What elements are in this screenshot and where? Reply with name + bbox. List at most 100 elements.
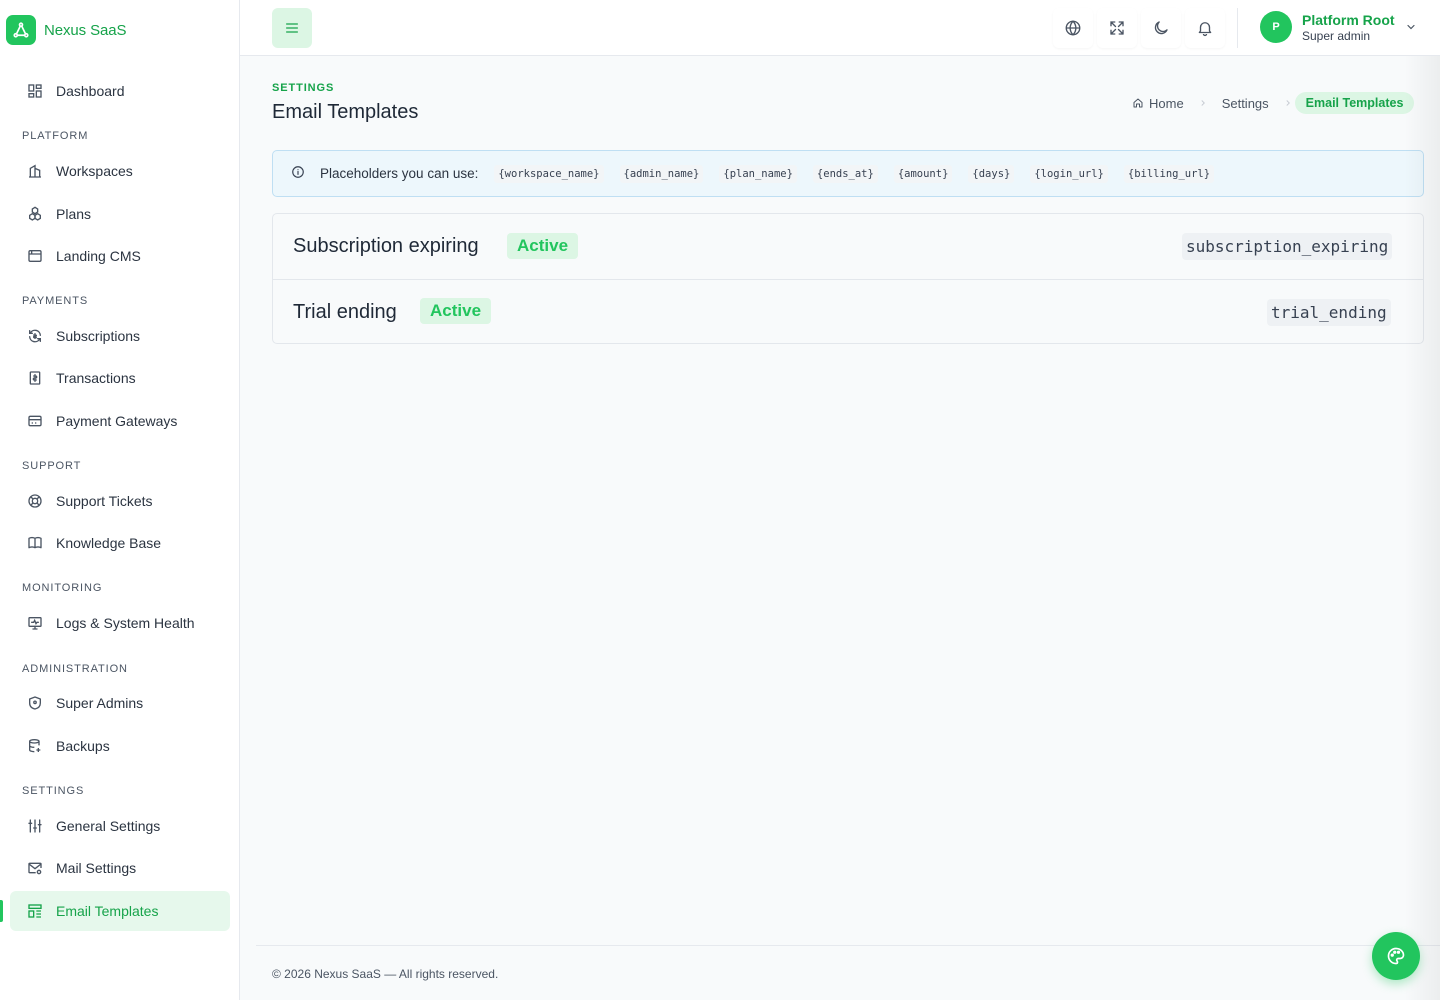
sidebar-item-general-settings[interactable]: General Settings [10, 806, 230, 846]
placeholder-chip: {login_url} [1030, 164, 1108, 183]
dashboard-icon [26, 82, 44, 100]
browser-icon [26, 247, 44, 265]
placeholder-chip: {amount} [893, 164, 953, 183]
sidebar-section-platform: PLATFORM [22, 130, 89, 142]
page-title: Email Templates [272, 101, 419, 123]
menu-toggle-button[interactable] [272, 8, 312, 48]
breadcrumb-home[interactable]: Home [1132, 96, 1184, 111]
sidebar-item-label: Support Tickets [56, 493, 153, 509]
receipt-icon [26, 369, 44, 387]
sidebar-item-workspaces[interactable]: Workspaces [10, 151, 230, 191]
template-row[interactable]: Trial ending Active trial_ending [273, 279, 1423, 344]
brand-name: Nexus SaaS [44, 21, 127, 39]
sidebar-item-transactions[interactable]: Transactions [10, 358, 230, 398]
status-badge: Active [507, 233, 579, 259]
refresh-icon [26, 327, 44, 345]
building-icon [26, 162, 44, 180]
user-menu[interactable]: P Platform Root Super admin [1260, 11, 1417, 43]
placeholder-chip: {days} [968, 164, 1015, 183]
menu-icon [284, 20, 300, 36]
edge-shadow [1404, 56, 1440, 1000]
sidebar-item-label: Payment Gateways [56, 413, 178, 429]
bell-icon [1196, 19, 1214, 37]
footer: © 2026 Nexus SaaS — All rights reserved. [256, 945, 1440, 1000]
status-badge: Active [420, 298, 492, 324]
placeholder-chip: {admin_name} [619, 164, 704, 183]
sidebar-item-label: Plans [56, 206, 92, 222]
chevron-right-icon [1198, 98, 1208, 108]
sidebar-item-label: General Settings [56, 818, 161, 834]
sidebar-item-plans[interactable]: Plans [10, 194, 230, 234]
sidebar-item-subscriptions[interactable]: Subscriptions [10, 316, 230, 356]
palette-icon [1386, 946, 1406, 966]
chevron-right-icon [1283, 98, 1293, 108]
sidebar-item-backups[interactable]: Backups [10, 726, 230, 766]
sliders-icon [26, 817, 44, 835]
sidebar-item-label: Knowledge Base [56, 535, 162, 551]
user-role: Super admin [1302, 29, 1371, 43]
template-row[interactable]: Subscription expiring Active subscriptio… [273, 214, 1423, 279]
footer-text: © 2026 Nexus SaaS — All rights reserved. [272, 967, 499, 981]
placeholder-chip: {billing_url} [1123, 164, 1215, 183]
sidebar-item-label: Backups [56, 738, 110, 754]
user-name: Platform Root [1302, 12, 1395, 28]
theme-toggle-button[interactable] [1141, 8, 1181, 48]
sidebar-item-landing-cms[interactable]: Landing CMS [10, 236, 230, 276]
database-icon [26, 737, 44, 755]
placeholder-chip: {workspace_name} [494, 164, 604, 183]
placeholders-label: Placeholders you can use: [320, 166, 479, 181]
sidebar-item-label: Logs & System Health [56, 615, 195, 631]
sidebar-section-settings: SETTINGS [22, 785, 85, 797]
brand[interactable]: Nexus SaaS [6, 15, 126, 45]
fullscreen-icon [1108, 19, 1126, 37]
sidebar-item-super-admins[interactable]: Super Admins [10, 683, 230, 723]
brand-logo-icon [6, 15, 36, 45]
sidebar-item-payment-gateways[interactable]: Payment Gateways [10, 401, 230, 441]
fullscreen-button[interactable] [1097, 8, 1137, 48]
sidebar-item-dashboard[interactable]: Dashboard [10, 71, 230, 111]
sidebar-item-label: Transactions [56, 370, 136, 386]
template-list: Subscription expiring Active subscriptio… [272, 213, 1424, 344]
avatar: P [1260, 11, 1292, 43]
breadcrumb-current: Email Templates [1294, 92, 1415, 114]
notifications-button[interactable] [1185, 8, 1225, 48]
cubes-icon [26, 205, 44, 223]
topbar-divider [1237, 8, 1238, 48]
home-icon [1132, 97, 1144, 109]
page-kicker: SETTINGS [272, 82, 335, 94]
placeholder-chip: {plan_name} [719, 164, 797, 183]
info-icon [291, 165, 305, 179]
sidebar-item-label: Workspaces [56, 163, 133, 179]
sidebar-item-knowledge-base[interactable]: Knowledge Base [10, 523, 230, 563]
moon-icon [1152, 19, 1170, 37]
lifebuoy-icon [26, 492, 44, 510]
sidebar-item-logs[interactable]: Logs & System Health [10, 603, 230, 643]
sidebar-item-support-tickets[interactable]: Support Tickets [10, 481, 230, 521]
shield-icon [26, 694, 44, 712]
breadcrumb: Home Settings Email Templates [1132, 91, 1415, 115]
sidebar-item-label: Mail Settings [56, 860, 137, 876]
sidebar-item-email-templates[interactable]: Email Templates [10, 891, 230, 931]
sidebar-item-label: Dashboard [56, 83, 125, 99]
template-icon [26, 902, 44, 920]
sidebar-section-monitoring: MONITORING [22, 582, 103, 594]
customizer-button[interactable] [1372, 932, 1420, 980]
breadcrumb-settings[interactable]: Settings [1222, 96, 1269, 111]
template-name: Subscription expiring [293, 235, 479, 257]
sidebar: Nexus SaaS Dashboard PLATFORM Workspaces… [0, 0, 240, 1000]
mail-gear-icon [26, 859, 44, 877]
sidebar-section-payments: PAYMENTS [22, 295, 89, 307]
active-indicator [0, 900, 3, 922]
sidebar-item-mail-settings[interactable]: Mail Settings [10, 848, 230, 888]
sidebar-section-support: SUPPORT [22, 460, 82, 472]
template-name: Trial ending [293, 301, 397, 323]
template-key: subscription_expiring [1182, 233, 1393, 260]
monitor-pulse-icon [26, 614, 44, 632]
placeholder-chip: {ends_at} [812, 164, 878, 183]
placeholders-info: Placeholders you can use: {workspace_nam… [272, 150, 1424, 197]
placeholder-chips: {workspace_name} {admin_name} {plan_name… [494, 164, 1230, 183]
credit-card-icon [26, 412, 44, 430]
language-button[interactable] [1053, 8, 1093, 48]
globe-icon [1064, 19, 1082, 37]
sidebar-item-label: Subscriptions [56, 328, 141, 344]
